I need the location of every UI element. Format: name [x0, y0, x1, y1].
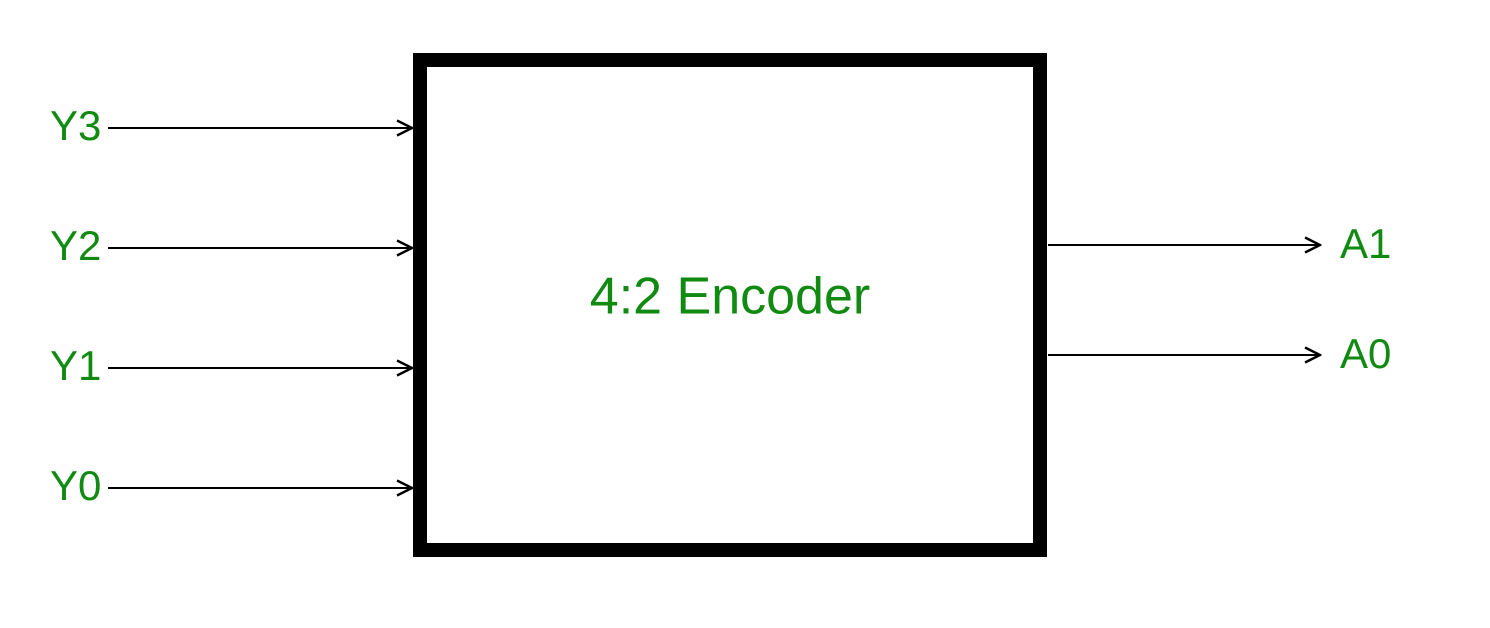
- input-label-y0: Y0: [50, 462, 101, 509]
- input-label-y3: Y3: [50, 102, 101, 149]
- input-label-y1: Y1: [50, 342, 101, 389]
- output-label-a1: A1: [1340, 220, 1391, 267]
- input-label-y2: Y2: [50, 222, 101, 269]
- encoder-title: 4:2 Encoder: [590, 268, 870, 326]
- encoder-diagram: 4:2 Encoder Y3 Y2 Y1 Y0 A1 A0: [0, 0, 1490, 628]
- output-label-a0: A0: [1340, 330, 1391, 377]
